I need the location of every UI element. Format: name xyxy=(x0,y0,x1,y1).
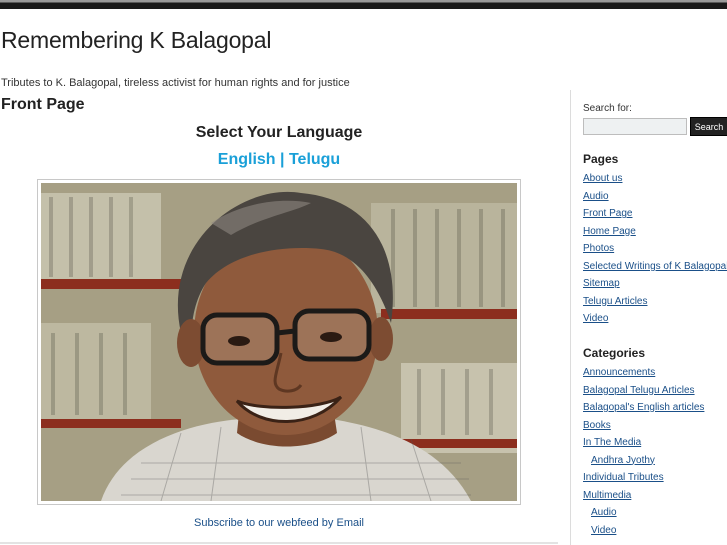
content-divider xyxy=(0,542,558,544)
list-item: Books xyxy=(583,417,704,435)
list-item: Video xyxy=(583,522,704,540)
list-item: Announcements xyxy=(583,364,704,382)
list-item: About us xyxy=(583,170,727,188)
category-link-multimedia[interactable]: Multimedia xyxy=(583,490,631,501)
portrait-photo-frame xyxy=(37,179,521,505)
page-link-sitemap[interactable]: Sitemap xyxy=(583,278,620,289)
list-item: In The Media xyxy=(583,434,704,452)
page-link-photos[interactable]: Photos xyxy=(583,243,614,254)
search-label: Search for: xyxy=(583,103,632,114)
language-heading: Select Your Language xyxy=(195,124,363,141)
subscribe-by-text: by xyxy=(318,517,337,529)
list-item: Balagopal's English articles xyxy=(583,399,704,417)
list-item: Photos xyxy=(583,240,727,258)
search-button[interactable]: Search xyxy=(690,117,727,136)
right-eye xyxy=(320,332,342,342)
list-item: Selected Writings of K Balagopal xyxy=(583,258,727,276)
left-eye xyxy=(228,336,250,346)
language-separator: | xyxy=(275,151,289,168)
category-link-books[interactable]: Books xyxy=(583,420,611,431)
category-link-individual-tributes[interactable]: Individual Tributes xyxy=(583,472,664,483)
list-item: Home Page xyxy=(583,223,727,241)
category-link-video[interactable]: Video xyxy=(591,525,616,536)
list-item: Telugu Articles xyxy=(583,293,727,311)
pages-widget-title: Pages xyxy=(583,152,619,166)
list-item: Multimedia xyxy=(583,487,704,505)
email-subscribe-link[interactable]: Email xyxy=(336,517,364,529)
main-content: Front Page Select Your Language English … xyxy=(0,90,558,545)
page-link-telugu-articles[interactable]: Telugu Articles xyxy=(583,296,647,307)
right-ear xyxy=(369,317,393,361)
telugu-link[interactable]: Telugu xyxy=(289,151,340,168)
english-link[interactable]: English xyxy=(218,151,276,168)
webfeed-link[interactable]: webfeed xyxy=(277,517,319,529)
category-link-audio[interactable]: Audio xyxy=(591,507,617,518)
subscribe-line: Subscribe to our webfeed by Email xyxy=(0,517,558,529)
language-links: English | Telugu xyxy=(0,151,558,169)
list-item: Audio xyxy=(583,188,727,206)
list-item: Sitemap xyxy=(583,275,727,293)
list-item: Front Page xyxy=(583,205,727,223)
top-bar xyxy=(0,0,727,9)
list-item: Video xyxy=(583,310,727,328)
portrait-photo xyxy=(41,183,517,501)
list-item: Individual Tributes xyxy=(583,469,704,487)
category-link-english-articles[interactable]: Balagopal's English articles xyxy=(583,402,704,413)
subscribe-text: Subscribe to our xyxy=(194,517,278,529)
site-title[interactable]: Remembering K Balagopal xyxy=(1,27,271,54)
page-link-audio[interactable]: Audio xyxy=(583,191,609,202)
page-title: Front Page xyxy=(1,96,85,113)
page-link-home-page[interactable]: Home Page xyxy=(583,226,636,237)
search-input[interactable] xyxy=(583,118,687,135)
category-link-announcements[interactable]: Announcements xyxy=(583,367,655,378)
site-tagline: Tributes to K. Balagopal, tireless activ… xyxy=(1,77,350,89)
page-link-selected-writings[interactable]: Selected Writings of K Balagopal xyxy=(583,261,727,272)
portrait-image xyxy=(41,183,517,501)
list-item: Andhra Jyothy xyxy=(583,452,704,470)
categories-widget-title: Categories xyxy=(583,346,646,360)
pages-list: About us Audio Front Page Home Page Phot… xyxy=(583,170,727,328)
list-item: Balagopal Telugu Articles xyxy=(583,382,704,400)
category-link-telugu-articles[interactable]: Balagopal Telugu Articles xyxy=(583,385,695,396)
page-link-video[interactable]: Video xyxy=(583,313,608,324)
category-link-in-the-media[interactable]: In The Media xyxy=(583,437,641,448)
categories-list: Announcements Balagopal Telugu Articles … xyxy=(583,364,704,539)
sidebar: Search for: Search Pages About us Audio … xyxy=(570,90,727,545)
list-item: Audio xyxy=(583,504,704,522)
page-link-about-us[interactable]: About us xyxy=(583,173,622,184)
category-link-andhra-jyothy[interactable]: Andhra Jyothy xyxy=(591,455,655,466)
page-link-front-page[interactable]: Front Page xyxy=(583,208,632,219)
